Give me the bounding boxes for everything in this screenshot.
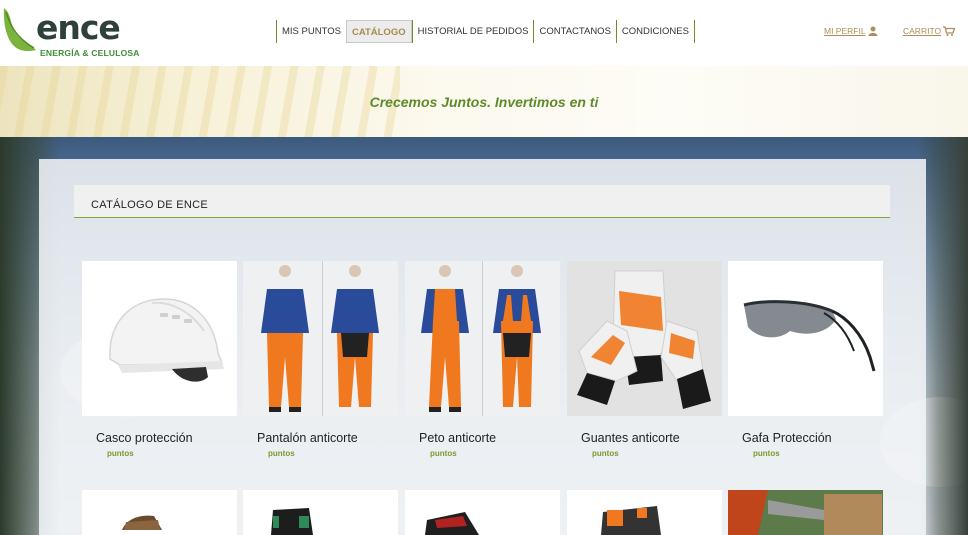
- product-card-row2-4[interactable]: [567, 490, 722, 535]
- profile-link-label: MI PERFIL: [824, 26, 866, 36]
- boot-image: [122, 515, 162, 530]
- boot-image: [271, 508, 313, 535]
- product-card-gafa[interactable]: Gafa Protección puntos: [728, 261, 883, 458]
- product-name[interactable]: Pantalón anticorte: [243, 431, 398, 445]
- product-points: puntos: [268, 449, 295, 458]
- brand-tagline: ENERGÍA & CELULOSA: [40, 48, 140, 58]
- product-image-glasses[interactable]: [728, 261, 883, 416]
- product-image-gloves[interactable]: [567, 261, 722, 416]
- product-name[interactable]: Peto anticorte: [405, 431, 560, 445]
- product-points: puntos: [430, 449, 457, 458]
- product-card-row2-1[interactable]: [82, 490, 237, 535]
- nav-item-mis-puntos[interactable]: MIS PUNTOS: [276, 20, 346, 43]
- nav-item-catalogo[interactable]: CATÁLOGO: [345, 20, 412, 43]
- product-card-row2-2[interactable]: [243, 490, 398, 535]
- cart-link-label: CARRITO: [903, 26, 942, 36]
- product-card-casco[interactable]: Casco protección puntos: [82, 261, 237, 458]
- product-name[interactable]: Guantes anticorte: [567, 431, 722, 445]
- product-card-row2-3[interactable]: [405, 490, 560, 535]
- user-icon: [868, 26, 878, 36]
- product-name[interactable]: Casco protección: [82, 431, 237, 445]
- profile-link[interactable]: MI PERFIL: [824, 26, 878, 36]
- product-image-bib[interactable]: [405, 261, 560, 416]
- worker-photo-image: [728, 490, 883, 535]
- main-nav: MIS PUNTOS CATÁLOGO HISTORIAL DE PEDIDOS…: [276, 20, 695, 43]
- leaf-logo-icon: [3, 8, 36, 51]
- cart-icon: [943, 26, 956, 36]
- product-card-guantes[interactable]: Guantes anticorte puntos: [567, 261, 722, 458]
- product-image-helmet[interactable]: [82, 261, 237, 416]
- catalog-header: CATÁLOGO DE ENCE: [74, 185, 890, 218]
- cart-link[interactable]: CARRITO: [903, 26, 956, 36]
- product-points: puntos: [753, 449, 780, 458]
- product-image-trousers[interactable]: [243, 261, 398, 416]
- product-card-pantalon[interactable]: Pantalón anticorte puntos: [243, 261, 398, 458]
- nav-item-historial[interactable]: HISTORIAL DE PEDIDOS: [411, 20, 534, 43]
- product-card-row2-5[interactable]: [728, 490, 883, 535]
- site-header: ence ENERGÍA & CELULOSA MIS PUNTOS CATÁL…: [0, 0, 968, 66]
- product-points: puntos: [592, 449, 619, 458]
- nav-item-condiciones[interactable]: CONDICIONES: [615, 20, 695, 43]
- hero-banner: Crecemos Juntos. Invertimos en ti: [0, 66, 968, 137]
- product-card-peto[interactable]: Peto anticorte puntos: [405, 261, 560, 458]
- boot-image: [425, 512, 479, 535]
- catalog-title: CATÁLOGO DE ENCE: [91, 199, 209, 211]
- chainsaw-image: [601, 506, 661, 535]
- banner-slogan: Crecemos Juntos. Invertimos en ti: [369, 94, 599, 110]
- product-name[interactable]: Gafa Protección: [728, 431, 883, 445]
- ence-logo[interactable]: ence ENERGÍA & CELULOSA: [0, 4, 139, 62]
- nav-item-contactanos[interactable]: CONTACTANOS: [533, 20, 615, 43]
- brand-name: ence: [36, 8, 121, 47]
- product-points: puntos: [107, 449, 134, 458]
